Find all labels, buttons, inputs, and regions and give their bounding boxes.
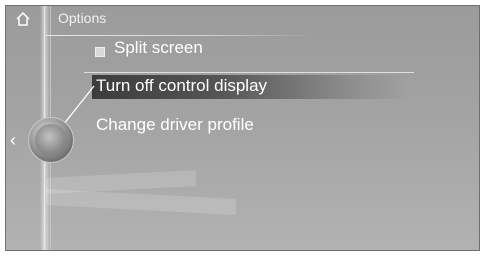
header-divider [46,35,316,36]
home-icon[interactable] [14,10,32,28]
menu-item-turn-off-control-display[interactable]: Turn off control display [96,76,267,96]
menu-item-split-screen[interactable]: Split screen [114,38,203,58]
control-display-screen: Options Split screen Turn off control di… [5,5,480,251]
controller-knob-center [35,124,67,156]
selection-divider [84,72,414,73]
chevron-left-icon[interactable]: ‹ [10,130,16,151]
split-screen-checkbox[interactable] [95,47,105,57]
page-title: Options [58,10,107,26]
menu-item-change-driver-profile[interactable]: Change driver profile [96,115,254,135]
decorative-stripe [46,189,236,215]
